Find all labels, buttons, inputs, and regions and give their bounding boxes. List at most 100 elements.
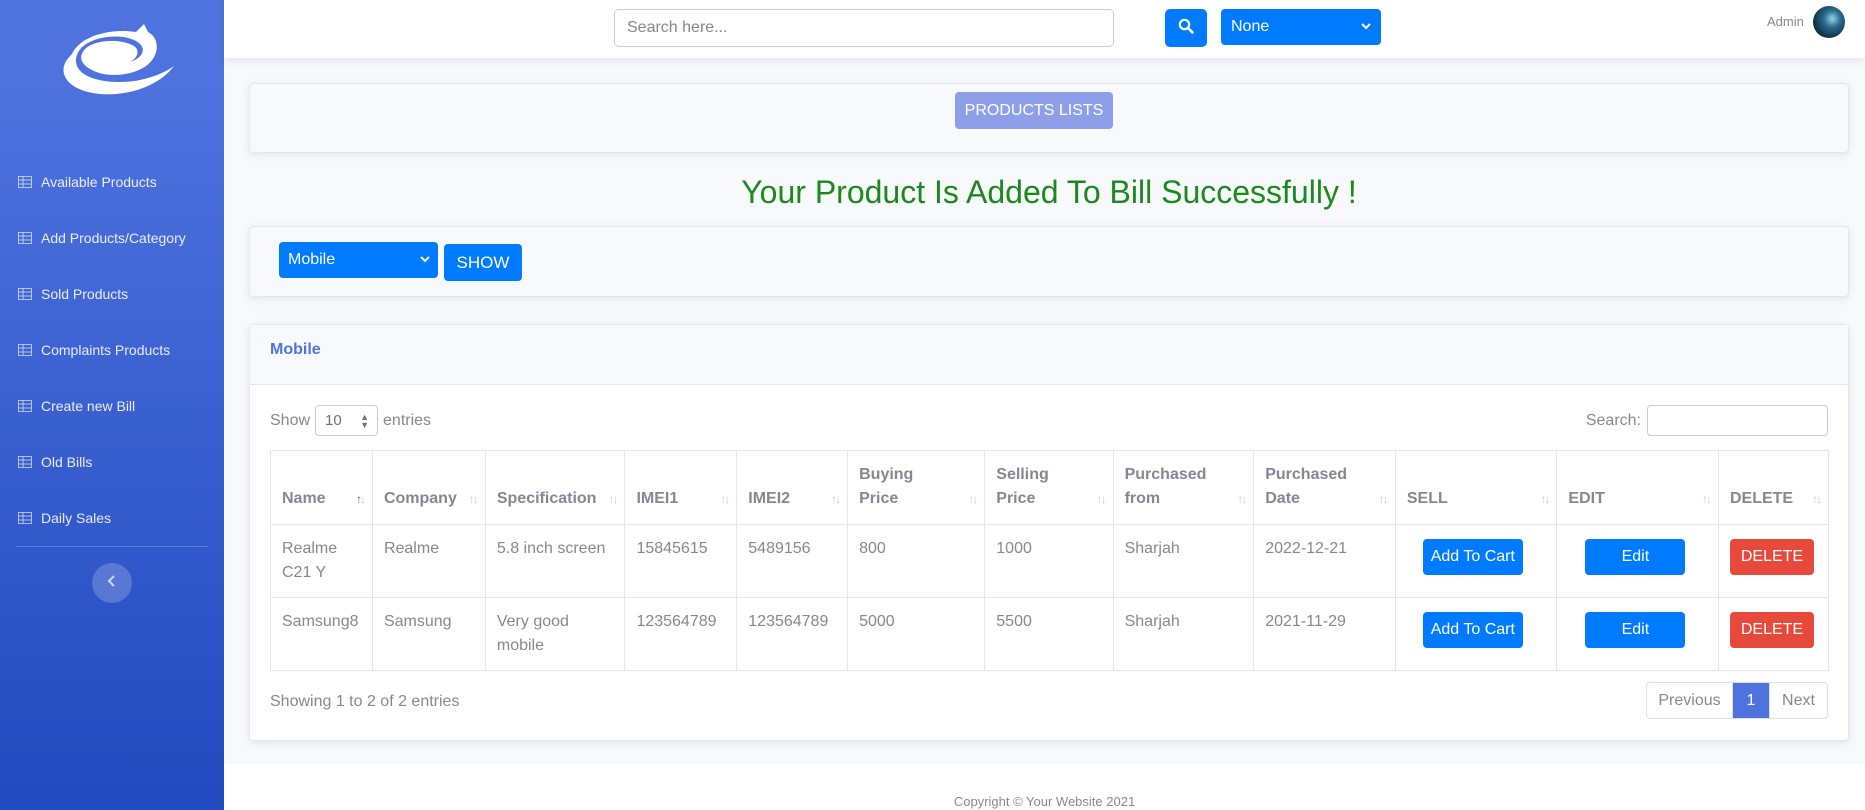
column-header[interactable]: IMEI2 ↑↓ [736, 450, 849, 525]
topbar-select[interactable]: None [1221, 9, 1381, 45]
sort-icon: ↑↓ [1378, 492, 1389, 506]
category-select-value: Mobile [288, 251, 336, 268]
entries-label: entries [383, 411, 432, 429]
sidebar-item-complaints-products[interactable]: Complaints Products [0, 322, 224, 378]
table-search-label: Search: [1585, 411, 1641, 429]
table-row: Samsung8 Samsung Very good mobile 123564… [270, 597, 1830, 671]
sidebar-item-label: Complaints Products [41, 342, 171, 358]
filter-card: Mobile SHOW [249, 226, 1849, 297]
products-table: Name ↑↓ Company ↑↓ Specification ↑↓ IMEI1 ↑↓… [270, 450, 1830, 671]
pagination-page-1[interactable]: 1 [1733, 683, 1769, 718]
pagination-next[interactable]: Next [1769, 683, 1827, 718]
show-button[interactable]: SHOW [444, 244, 522, 281]
sidebar-item-daily-sales[interactable]: Daily Sales [0, 490, 224, 546]
sort-icon: ↑↓ [355, 492, 366, 506]
column-header[interactable]: Selling Price ↑↓ [984, 450, 1114, 525]
topbar-select-value: None [1231, 18, 1270, 35]
cell-spec: 5.8 inch screen [484, 524, 626, 598]
avatar[interactable] [1813, 6, 1845, 38]
table-icon [18, 456, 32, 468]
delete-button[interactable]: DELETE [1729, 539, 1814, 575]
column-header[interactable]: IMEI1 ↑↓ [624, 450, 738, 525]
table-icon [18, 400, 32, 412]
column-header[interactable]: Company ↑↓ [371, 450, 486, 525]
chevron-left-icon [107, 574, 117, 592]
sort-icon: ↑↓ [968, 492, 978, 506]
cell-purchased-date: 2021-11-29 [1253, 597, 1396, 671]
column-header[interactable]: Buying Price ↑↓ [847, 450, 986, 525]
sort-icon: ↑↓ [831, 492, 841, 506]
cell-company: Samsung [371, 597, 486, 671]
table-header-row: Name ↑↓ Company ↑↓ Specification ↑↓ IMEI1 ↑↓… [270, 450, 1830, 525]
sidebar-item-sold-products[interactable]: Sold Products [0, 266, 224, 322]
cell-imei1: 15845615 [624, 524, 738, 598]
sort-icon: ↑↓ [720, 492, 730, 506]
column-header[interactable]: DELETE ↑↓ [1717, 450, 1830, 525]
column-header[interactable]: EDIT ↑↓ [1556, 450, 1719, 525]
sort-icon: ↑↓ [1812, 492, 1822, 506]
edit-button[interactable]: Edit [1585, 612, 1686, 648]
column-header[interactable]: SELL ↑↓ [1394, 450, 1558, 525]
column-header[interactable]: Name ↑↓ [270, 450, 373, 525]
column-header[interactable]: Purchased Date ↑↓ [1253, 450, 1396, 525]
cell-company: Realme [371, 524, 486, 598]
sidebar-item-old-bills[interactable]: Old Bills [0, 434, 224, 490]
sidebar: Available Products Add Products/Category… [0, 0, 224, 810]
table-row: Realme C21 Y Realme 5.8 inch screen 1584… [270, 524, 1830, 598]
header-card: PRODUCTS LISTS [249, 83, 1849, 153]
sort-icon: ↑↓ [1096, 492, 1107, 506]
topbar: None Admin [224, 0, 1865, 58]
cell-delete: DELETE [1717, 524, 1830, 598]
cell-purchased-from: Sharjah [1112, 597, 1255, 671]
sidebar-item-label: Available Products [41, 174, 157, 190]
column-header[interactable]: Specification ↑↓ [484, 450, 626, 525]
category-select[interactable]: Mobile [279, 242, 438, 278]
column-header[interactable]: Purchased from ↑↓ [1112, 450, 1255, 525]
cell-buying-price: 800 [847, 524, 986, 598]
table-icon [18, 344, 32, 356]
cell-edit: Edit [1556, 597, 1719, 671]
brand-logo-icon[interactable] [50, 20, 176, 102]
sidebar-item-add-products[interactable]: Add Products/Category [0, 210, 224, 266]
sidebar-toggle-button[interactable] [92, 563, 132, 603]
add-to-cart-button[interactable]: Add To Cart [1422, 539, 1523, 575]
add-to-cart-button[interactable]: Add To Cart [1422, 612, 1523, 648]
table-search-input[interactable] [1647, 405, 1828, 436]
pagination: Previous 1 Next [1646, 682, 1828, 719]
table-icon [18, 512, 32, 524]
sort-arrows-icon: ▲ ▼ [360, 412, 370, 430]
search-button[interactable] [1165, 9, 1207, 47]
cell-name: Samsung8 [270, 597, 373, 671]
cell-imei1: 123564789 [624, 597, 738, 671]
sidebar-item-available-products[interactable]: Available Products [0, 154, 224, 210]
table-icon [18, 176, 32, 188]
search-input[interactable] [614, 9, 1114, 47]
copyright: Copyright © Your Website 2021 [953, 794, 1136, 809]
sort-icon: ↑↓ [608, 492, 618, 506]
entries-select[interactable]: 10 ▲ ▼ [315, 405, 379, 436]
cell-sell: Add To Cart [1394, 597, 1558, 671]
delete-button[interactable]: DELETE [1729, 612, 1814, 648]
sidebar-item-label: Old Bills [41, 454, 93, 470]
sidebar-item-create-new-bill[interactable]: Create new Bill [0, 378, 224, 434]
show-label: Show [270, 411, 311, 429]
user-name[interactable]: Admin [1767, 14, 1804, 29]
search-icon [1178, 18, 1194, 39]
cell-edit: Edit [1556, 524, 1719, 598]
sort-icon: ↑↓ [1540, 492, 1550, 506]
products-table-card: Mobile Show 10 ▲ ▼ entries Search: Name ↑↓… [249, 324, 1849, 741]
cell-selling-price: 5500 [984, 597, 1114, 671]
sidebar-divider [16, 546, 208, 547]
sidebar-item-label: Daily Sales [41, 510, 112, 526]
pagination-previous[interactable]: Previous [1647, 683, 1733, 718]
entries-value: 10 [325, 412, 342, 429]
cell-imei2: 123564789 [736, 597, 849, 671]
products-lists-button[interactable]: PRODUCTS LISTS [955, 92, 1113, 129]
show-entries: Show 10 ▲ ▼ entries [270, 405, 431, 436]
cell-sell: Add To Cart [1394, 524, 1558, 598]
chevron-down-icon [420, 252, 430, 271]
sort-icon: ↑↓ [1237, 492, 1247, 506]
edit-button[interactable]: Edit [1585, 539, 1686, 575]
cell-purchased-from: Sharjah [1112, 524, 1255, 598]
cell-delete: DELETE [1717, 597, 1830, 671]
